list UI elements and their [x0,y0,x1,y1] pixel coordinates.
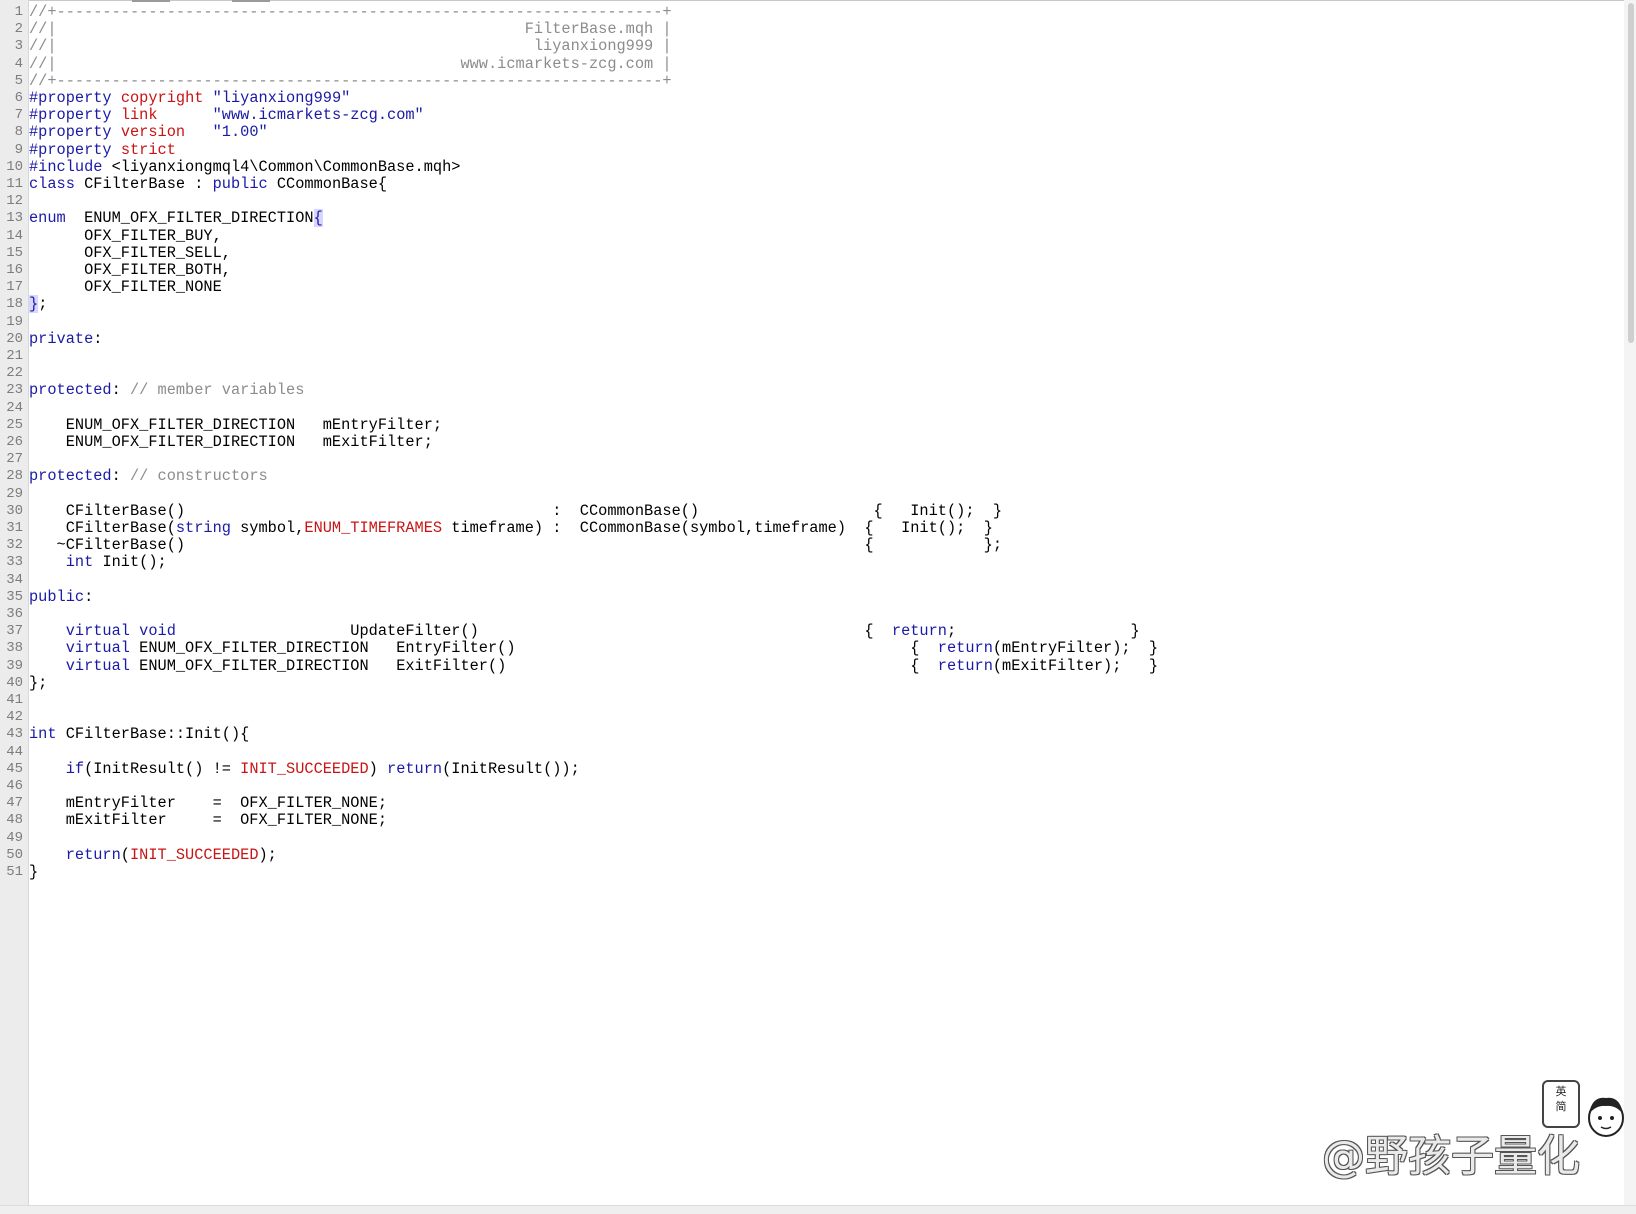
line-number: 31 [6,520,23,536]
line-number: 29 [6,485,23,502]
code-line: ~CFilterBase() { }; [29,536,1003,555]
line-number-gutter: 1 2 3 4 5 6 7 8 9 10 11 12 13 14 15 16 17 18 19 20 21 22 23 24 2… [0,0,29,1206]
code-line: protected: // member variables [29,381,305,400]
line-number: 24 [6,399,23,416]
code-line: public: [29,587,94,606]
code-line: protected: // constructors [29,467,268,486]
horizontal-scrollbar[interactable] [0,1205,1636,1214]
line-number: 3 [14,38,23,55]
line-number: 42 [6,709,23,726]
ime-language-label: 英 [1555,1085,1567,1098]
line-number: 14 [6,227,23,244]
line-number: 35 [6,588,23,605]
ime-mode-label: 简 [1555,1100,1567,1113]
line-number: 7 [14,107,23,124]
line-number: 26 [6,434,23,450]
code-line: #property link "www.icmarkets-zcg.com" [29,106,424,125]
code-line: //| liyanxiong999 | [29,37,672,56]
line-number: 11 [6,176,23,192]
line-number: 37 [6,623,23,640]
code-line: //| FilterBase.mqh | [29,20,672,39]
scrollbar-thumb[interactable] [1628,3,1634,343]
line-number: 46 [6,778,23,794]
line-number: 30 [6,502,23,519]
code-line: //| www.icmarkets-zcg.com | [29,54,672,73]
line-number: 28 [6,468,23,485]
code-line: virtual ENUM_OFX_FILTER_DIRECTION EntryF… [65,639,1159,658]
line-number: 25 [6,416,23,433]
code-line: #property strict [29,140,176,159]
code-line: OFX_FILTER_BUY, [29,226,222,245]
line-number: 19 [6,313,23,330]
line-number: 17 [6,279,23,296]
line-number: 16 [6,262,23,278]
line-number: 44 [6,743,23,760]
watermark-text: @野孩子量化 [1322,1132,1580,1182]
code-line: CFilterBase() : CCommonBase() { Init(); … [29,501,1003,520]
code-line: class CFilterBase : public CCommonBase{ [29,175,388,193]
code-line: ENUM_OFX_FILTER_DIRECTION mExitFilter; [29,433,433,451]
code-line: #property copyright "liyanxiong999" [29,89,351,107]
line-number: 48 [6,812,23,829]
line-number: 10 [6,158,23,175]
code-line: int Init(); [65,553,167,572]
code-line: virtual ENUM_OFX_FILTER_DIRECTION ExitFi… [65,656,1159,675]
line-number: 12 [6,193,23,210]
code-line: OFX_FILTER_NONE [29,278,222,297]
line-number: 6 [14,90,23,106]
code-line: #property version "1.00" [29,123,268,142]
line-number: 49 [6,829,23,846]
line-number: 5 [14,72,23,89]
code-line: }; [29,673,48,692]
line-number: 39 [6,657,23,674]
code-line: virtual void UpdateFilter() { return; } [65,622,1140,641]
code-line: }; [29,295,48,314]
line-number: 8 [14,124,23,141]
line-number: 22 [6,365,23,382]
code-line: enum ENUM_OFX_FILTER_DIRECTION{ [29,209,323,228]
mascot-icon [1588,1097,1624,1137]
line-number: 20 [6,330,23,347]
code-line: ENUM_OFX_FILTER_DIRECTION mEntryFilter; [29,415,443,434]
code-line: #include <liyanxiongmql4\Common\CommonBa… [29,157,461,176]
code-line: mExitFilter = OFX_FILTER_NONE; [29,811,388,830]
line-number: 23 [6,382,23,399]
line-number: 43 [6,726,23,743]
line-number: 38 [6,640,23,657]
line-number: 51 [6,864,23,880]
code-line: CFilterBase(string symbol,ENUM_TIMEFRAME… [29,519,993,537]
ime-indicator[interactable]: 英 简 [1542,1080,1580,1128]
line-number: 32 [6,537,23,554]
line-number: 27 [6,451,23,468]
line-number: 9 [14,141,23,158]
line-number: 45 [6,760,23,777]
line-number: 18 [6,296,23,313]
code-line: int CFilterBase::Init(){ [29,725,250,744]
code-line: OFX_FILTER_SELL, [29,243,231,262]
line-number: 21 [6,348,23,364]
line-number: 50 [6,846,23,863]
line-number: 41 [6,692,23,708]
tab-marker [232,0,270,2]
code-line: //+-------------------------------------… [29,3,672,21]
code-line: private: [29,329,103,348]
line-number: 34 [6,571,23,588]
code-line: //+-------------------------------------… [29,71,672,90]
line-number: 13 [6,210,23,227]
code-line: OFX_FILTER_BOTH, [29,261,231,279]
line-number: 33 [6,554,23,571]
code-line: if(InitResult() != INIT_SUCCEEDED) retur… [65,759,580,778]
line-number: 15 [6,244,23,261]
tab-marker [132,0,170,2]
line-number: 1 [14,4,23,20]
line-number: 47 [6,795,23,812]
line-number: 2 [14,21,23,38]
line-number: 4 [14,55,23,72]
code-line: return(INIT_SUCCEEDED); [65,845,277,864]
code-line: mEntryFilter = OFX_FILTER_NONE; [29,794,388,813]
code-line: } [29,863,39,881]
vertical-scrollbar[interactable] [1624,0,1636,1206]
line-number: 36 [6,606,23,622]
line-number: 40 [6,674,23,691]
